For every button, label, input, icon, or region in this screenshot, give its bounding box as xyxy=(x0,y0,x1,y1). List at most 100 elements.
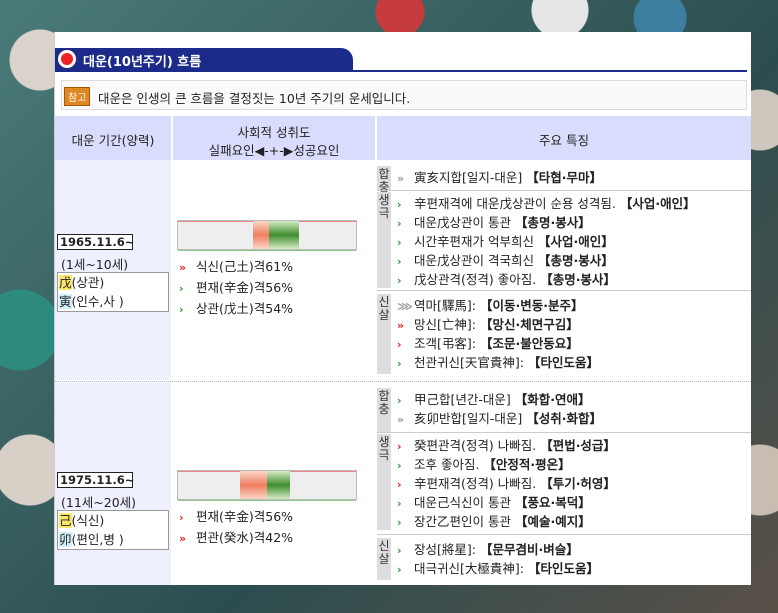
period-cell: 1975.11.6~ (11세~20세) 己(식신) 卯(편인,병 ) xyxy=(55,382,171,585)
feature-keyword: 【망신·체면구김】 xyxy=(479,317,579,332)
feature-group: 신 살 ⋙역마[驛馬]: 【이동·변동·분주】 » 망신[亡神]: 【망신·체면구김】 ›… xyxy=(377,294,751,374)
feature-item: » 寅亥지합[일지-대운] 【타협·무마】 xyxy=(397,168,602,187)
feature-group: 합 충 › 甲己합[년간-대운] 【화합·연애】 » 亥卯반합[일지-대운] 【성취·화합… xyxy=(377,388,751,432)
metric-text: 상관(戊土)격54% xyxy=(196,301,294,316)
feature-text: 시간辛편재가 억부희신 xyxy=(414,234,538,249)
header-features-label: 주요 특징 xyxy=(539,133,589,148)
metric-text: 편재(辛金)격56% xyxy=(196,509,294,524)
target-icon xyxy=(58,50,76,68)
arrow-icon: › xyxy=(397,516,402,529)
feature-item: › 癸편관격(정격) 나빠짐. 【편법·성급】 xyxy=(397,436,616,455)
feature-item: » 亥卯반합[일지-대운] 【성취·화합】 xyxy=(397,409,602,428)
period-date[interactable]: 1975.11.6~ xyxy=(57,472,134,488)
feature-group-label-char: 살 xyxy=(378,308,390,322)
fortune-panel: 대운(10년주기) 흐름 참고 대운은 인생의 큰 흐름을 결정짓는 10년 주… xyxy=(54,32,751,585)
feature-item: ⋙역마[驛馬]: 【이동·변동·분주】 xyxy=(397,296,599,315)
arrow-icon: › xyxy=(397,478,402,491)
row-divider xyxy=(55,381,751,382)
feature-text: 천관귀신[天官貴神]: xyxy=(414,355,528,370)
header-social: 사회적 성취도 실패요인◀-+-▶성공요인 xyxy=(173,116,375,160)
notice-text: 대운은 인생의 큰 흐름을 결정짓는 10년 주기의 운세입니다. xyxy=(98,91,411,106)
metric-item: › 편재(辛金)격56% xyxy=(179,277,293,298)
fortune-row: 1965.11.6~ (1세~10세) 戊(상관) 寅(인수,사 ) » 식신(己土)격6… xyxy=(55,160,751,380)
feature-group-label-char: 극 xyxy=(378,206,390,220)
feature-list: › 甲己합[년간-대운] 【화합·연애】 » 亥卯반합[일지-대운] 【성취·화합】 xyxy=(397,390,602,428)
feature-text: 대운戊상관이 통관 xyxy=(414,215,515,230)
feature-item: › 장성[將星]: 【문무겸비·벼슬】 xyxy=(397,540,599,559)
feature-text: 조후 좋아짐. xyxy=(414,457,484,472)
arrow-icon: › xyxy=(397,236,402,249)
header-features: 주요 특징 xyxy=(377,116,751,160)
section-title: 대운(10년주기) 흐름 xyxy=(83,55,202,70)
gan-role: (식신) xyxy=(71,513,105,528)
feature-group: 생 극 › 辛편재격에 대운戊상관이 순용 성격됨. 【사업·애인】 › 대운戊상관이 통… xyxy=(377,192,751,288)
arrow-icon: › xyxy=(397,459,402,472)
feature-text: 癸편관격(정격) 나빠짐. xyxy=(414,438,541,453)
feature-keyword: 【사업·애인】 xyxy=(619,196,696,211)
feature-item: › 조객[弔客]: 【조문·불안동요】 xyxy=(397,334,599,353)
arrow-icon: › xyxy=(179,282,184,295)
period-age: (11세~20세) xyxy=(61,495,137,510)
arrow-icon: › xyxy=(397,544,402,557)
ganji-box: 戊(상관) 寅(인수,사 ) xyxy=(57,272,169,312)
metric-item: › 상관(戊土)격54% xyxy=(179,298,293,319)
bar-failure-segment xyxy=(252,221,269,249)
feature-group-divider xyxy=(377,534,751,535)
feature-item: › 辛편재격(정격) 나빠짐. 【투기·허영】 xyxy=(397,474,616,493)
feature-item: › 천관귀신[天官貴神]: 【타인도움】 xyxy=(397,353,599,372)
arrow-icon: » xyxy=(179,532,187,545)
arrow-icon: » xyxy=(397,413,405,426)
feature-group: 합 충 » 寅亥지합[일지-대운] 【타협·무마】 xyxy=(377,166,751,194)
arrow-icon: › xyxy=(397,338,402,351)
arrow-icon: › xyxy=(397,198,402,211)
feature-item: › 대운己식신이 통관 【풍요·복덕】 xyxy=(397,493,616,512)
feature-text: 대운戊상관이 격국희신 xyxy=(414,253,538,268)
arrow-icon: » xyxy=(179,261,187,274)
feature-keyword: 【조문·불안동요】 xyxy=(479,336,579,351)
feature-text: 장성[將星]: xyxy=(414,542,480,557)
feature-item: › 戊상관격(정격) 좋아짐. 【총명·봉사】 xyxy=(397,270,696,289)
feature-group-label: 합충 xyxy=(377,166,391,194)
period-date[interactable]: 1965.11.6~ xyxy=(57,234,134,250)
metric-text: 편관(癸水)격42% xyxy=(196,530,294,545)
ji-char: 寅 xyxy=(59,294,72,309)
feature-item: › 시간辛편재가 억부희신 【사업·애인】 xyxy=(397,232,696,251)
feature-item: › 대운戊상관이 격국희신 【총명·봉사】 xyxy=(397,251,696,270)
feature-group-divider xyxy=(377,432,751,433)
feature-keyword: 【이동·변동·분주】 xyxy=(479,298,584,313)
feature-text: 亥卯반합[일지-대운] xyxy=(414,411,527,426)
period-age: (1세~10세) xyxy=(61,257,129,272)
feature-item: › 조후 좋아짐. 【안정적·평온】 xyxy=(397,455,616,474)
header-period: 대운 기간(양력) xyxy=(55,116,171,160)
arrow-icon: › xyxy=(397,440,402,453)
arrow-icon: › xyxy=(397,274,402,287)
feature-item: › 장간乙편인이 통관 【예술·예지】 xyxy=(397,512,616,531)
feature-text: 대운己식신이 통관 xyxy=(414,495,515,510)
arrow-icon: › xyxy=(397,357,402,370)
feature-text: 장간乙편인이 통관 xyxy=(414,514,515,529)
feature-keyword: 【총명·봉사】 xyxy=(514,215,591,230)
feature-keyword: 【타협·무마】 xyxy=(526,170,602,185)
metric-text: 편재(辛金)격56% xyxy=(196,280,294,295)
feature-group-label: 신살 xyxy=(377,294,391,374)
feature-group-label: 생극 xyxy=(377,434,391,530)
ji-role: (편인,병 ) xyxy=(71,532,124,547)
arrow-icon: › xyxy=(397,394,402,407)
notice-tag: 참고 xyxy=(64,87,91,106)
feature-keyword: 【타인도움】 xyxy=(527,561,599,576)
ganji-box: 己(식신) 卯(편인,병 ) xyxy=(57,510,169,550)
feature-item: › 甲己합[년간-대운] 【화합·연애】 xyxy=(397,390,602,409)
metric-text: 식신(己土)격61% xyxy=(196,259,294,274)
feature-text: 대극귀신[大極貴神]: xyxy=(414,561,528,576)
metrics-list: » 식신(己土)격61% › 편재(辛金)격56% › 상관(戊土)격54% xyxy=(179,256,293,319)
feature-group-label-char: 충 xyxy=(378,402,390,416)
feature-group-label: 신살 xyxy=(377,538,391,580)
feature-text: 甲己합[년간-대운] xyxy=(414,392,515,407)
arrow-icon: › xyxy=(397,563,402,576)
metric-item: » 편관(癸水)격42% xyxy=(179,527,293,548)
title-underline xyxy=(55,70,747,72)
metric-item: › 편재(辛金)격56% xyxy=(179,506,293,527)
metric-item: » 식신(己土)격61% xyxy=(179,256,293,277)
section-titlebar: 대운(10년주기) 흐름 xyxy=(55,48,353,70)
feature-group-label: 합충 xyxy=(377,388,391,432)
